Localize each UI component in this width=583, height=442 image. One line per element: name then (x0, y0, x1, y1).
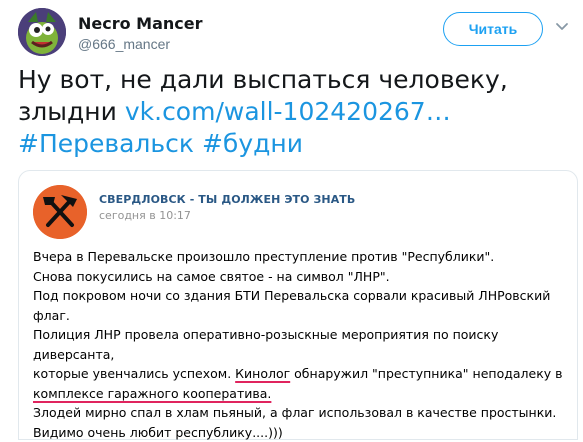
card-paragraph: Снова покусились на самое святое - на си… (33, 267, 573, 287)
card-paragraph: Под покровом ночи со здания БТИ Переваль… (33, 286, 573, 325)
tweet-line-2-text: злыдни (18, 97, 125, 126)
hammer-pick-icon (33, 185, 87, 239)
card-body: Вчера в Перевальске произошло преступлен… (33, 247, 573, 442)
follow-button[interactable]: Читать (443, 12, 543, 46)
card-time[interactable]: сегодня в 10:17 (99, 209, 191, 222)
hashtag-budni[interactable]: #будни (202, 129, 303, 158)
tweet-hashtags: #Перевальск #будни (18, 128, 566, 160)
tweet-text: Ну вот, не дали выспаться человеку, злыд… (18, 64, 566, 160)
card-paragraph: комплексе гаражного кооператива. (33, 384, 573, 404)
card-avatar[interactable] (33, 185, 87, 239)
tweet-header: Necro Mancer @666_mancer Читать (18, 8, 571, 58)
card-text: обнаружил "преступника" неподалеку в (290, 366, 562, 381)
card-paragraph: Видимо очень любит республику....))) (33, 423, 573, 442)
garage-phrase: комплексе гаражного кооператива. (33, 386, 271, 401)
quoted-card[interactable]: СВЕРДЛОВСК - ТЫ ДОЛЖЕН ЭТО ЗНАТЬ сегодня… (18, 170, 578, 440)
tweet-link[interactable]: vk.com/wall-102420267… (125, 97, 451, 126)
author-handle[interactable]: @666_mancer (78, 36, 170, 52)
author-avatar[interactable] (18, 8, 66, 56)
monster-avatar-icon (18, 8, 66, 56)
tweet-line-2: злыдни vk.com/wall-102420267… (18, 96, 566, 128)
chevron-down-icon[interactable] (555, 20, 569, 34)
tweet-line-1: Ну вот, не дали выспаться человеку, (18, 64, 566, 96)
card-title[interactable]: СВЕРДЛОВСК - ТЫ ДОЛЖЕН ЭТО ЗНАТЬ (99, 193, 355, 206)
card-text: которые увенчались успехом. (33, 366, 235, 381)
card-paragraph: которые увенчались успехом. Кинолог обна… (33, 364, 573, 384)
author-name[interactable]: Necro Mancer (78, 14, 203, 33)
hashtag-perevalsk[interactable]: #Перевальск (18, 129, 194, 158)
card-paragraph: Полиция ЛНР провела оперативно-розыскные… (33, 325, 573, 364)
kinolog-word: Кинолог (235, 366, 290, 381)
card-paragraph: Вчера в Перевальске произошло преступлен… (33, 247, 573, 267)
